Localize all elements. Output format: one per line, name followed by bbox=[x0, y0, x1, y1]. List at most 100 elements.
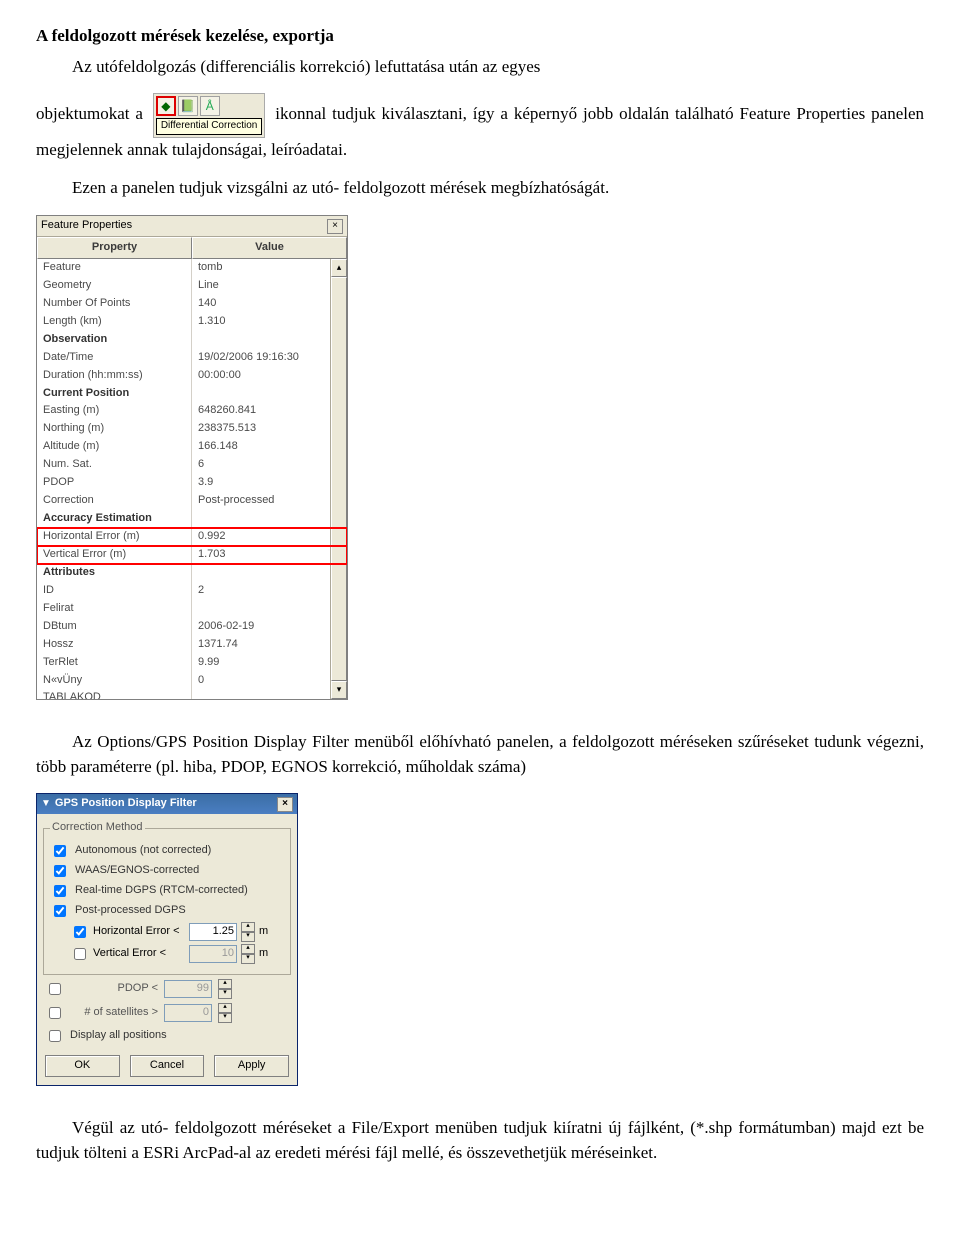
compass-icon[interactable]: Å bbox=[200, 96, 220, 116]
table-row: Featuretomb bbox=[37, 259, 347, 277]
scroll-thumb[interactable] bbox=[331, 277, 347, 681]
table-row: CorrectionPost-processed bbox=[37, 492, 347, 510]
cb-post-input[interactable] bbox=[54, 905, 66, 917]
table-row: Duration (hh:mm:ss)00:00:00 bbox=[37, 367, 347, 385]
property-cell: Observation bbox=[37, 331, 192, 349]
table-row: Accuracy Estimation bbox=[37, 510, 347, 528]
value-cell: 6 bbox=[192, 456, 347, 474]
value-cell: Line bbox=[192, 277, 347, 295]
gps-filter-titlebar: ▼GPS Position Display Filter × bbox=[37, 794, 297, 814]
spin-up-icon[interactable]: ▴ bbox=[241, 922, 255, 932]
value-cell: 166.148 bbox=[192, 438, 347, 456]
property-cell: Attributes bbox=[37, 564, 192, 582]
cb-post[interactable]: Post-processed DGPS bbox=[50, 902, 284, 920]
spin-down-icon: ▾ bbox=[218, 989, 232, 999]
toolbar-icon-cluster: ◆ 📗 Å Differential Correction bbox=[153, 93, 266, 138]
value-cell: 9.99 bbox=[192, 654, 347, 672]
table-row: Length (km)1.310 bbox=[37, 313, 347, 331]
verr-value: 10 bbox=[189, 945, 237, 963]
value-cell: 3.9 bbox=[192, 474, 347, 492]
pdop-row: PDOP < 99 ▴▾ bbox=[45, 979, 289, 999]
cb-autonomous[interactable]: Autonomous (not corrected) bbox=[50, 842, 284, 860]
close-icon[interactable]: × bbox=[327, 219, 343, 234]
table-row: Easting (m)648260.841 bbox=[37, 402, 347, 420]
value-cell: 0 bbox=[192, 672, 347, 690]
diff-correction-icon[interactable]: ◆ bbox=[156, 96, 176, 116]
property-cell: Number Of Points bbox=[37, 295, 192, 313]
cb-post-label: Post-processed DGPS bbox=[75, 903, 186, 919]
paragraph-1a: Az utófeldolgozás (differenciális korrek… bbox=[36, 55, 924, 80]
spin-down-icon: ▾ bbox=[218, 1013, 232, 1023]
property-cell: TABLAKOD bbox=[37, 689, 192, 699]
cb-rtcm-label: Real-time DGPS (RTCM-corrected) bbox=[75, 883, 248, 899]
property-cell: Date/Time bbox=[37, 349, 192, 367]
cb-rtcm-input[interactable] bbox=[54, 885, 66, 897]
scrollbar[interactable]: ▴ ▾ bbox=[330, 259, 347, 699]
table-row: TABLAKOD bbox=[37, 689, 347, 699]
property-cell: PDOP bbox=[37, 474, 192, 492]
book-icon[interactable]: 📗 bbox=[178, 96, 198, 116]
cb-verr[interactable] bbox=[74, 948, 86, 960]
value-cell bbox=[192, 564, 347, 582]
gps-filter-dialog: ▼GPS Position Display Filter × Correctio… bbox=[36, 793, 298, 1086]
cb-waas-input[interactable] bbox=[54, 865, 66, 877]
ok-button[interactable]: OK bbox=[45, 1055, 120, 1077]
paragraph-3: Végül az utó- feldolgozott méréseket a F… bbox=[36, 1116, 924, 1165]
close-icon[interactable]: × bbox=[277, 797, 293, 812]
property-cell: Vertical Error (m) bbox=[37, 546, 192, 564]
satellites-value: 0 bbox=[164, 1004, 212, 1022]
cb-rtcm[interactable]: Real-time DGPS (RTCM-corrected) bbox=[50, 882, 284, 900]
property-cell: Feature bbox=[37, 259, 192, 277]
value-cell: 0.992 bbox=[192, 528, 347, 546]
table-row: Hossz1371.74 bbox=[37, 636, 347, 654]
property-cell: Easting (m) bbox=[37, 402, 192, 420]
scroll-down-icon[interactable]: ▾ bbox=[331, 681, 347, 699]
apply-button[interactable]: Apply bbox=[214, 1055, 289, 1077]
sat-spinner: ▴▾ bbox=[218, 1003, 232, 1023]
value-cell: 140 bbox=[192, 295, 347, 313]
cb-display-all[interactable]: Display all positions bbox=[45, 1027, 289, 1045]
property-cell: Northing (m) bbox=[37, 420, 192, 438]
property-cell: N«vÜny bbox=[37, 672, 192, 690]
scroll-up-icon[interactable]: ▴ bbox=[331, 259, 347, 277]
value-cell bbox=[192, 689, 347, 699]
value-cell bbox=[192, 331, 347, 349]
table-row: PDOP3.9 bbox=[37, 474, 347, 492]
cb-autonomous-label: Autonomous (not corrected) bbox=[75, 843, 211, 859]
cb-pdop[interactable] bbox=[49, 983, 61, 995]
value-cell: 00:00:00 bbox=[192, 367, 347, 385]
property-cell: Length (km) bbox=[37, 313, 192, 331]
value-cell: 19/02/2006 19:16:30 bbox=[192, 349, 347, 367]
property-cell: Hossz bbox=[37, 636, 192, 654]
property-cell: Horizontal Error (m) bbox=[37, 528, 192, 546]
cb-autonomous-input[interactable] bbox=[54, 845, 66, 857]
correction-method-legend: Correction Method bbox=[50, 820, 145, 836]
herr-spinner[interactable]: ▴▾ bbox=[241, 922, 255, 942]
verr-spinner: ▴▾ bbox=[241, 944, 255, 964]
table-row: Number Of Points140 bbox=[37, 295, 347, 313]
spin-down-icon: ▾ bbox=[241, 954, 255, 964]
property-cell: DBtum bbox=[37, 618, 192, 636]
satellites-row: # of satellites > 0 ▴▾ bbox=[45, 1003, 289, 1023]
property-cell: Felirat bbox=[37, 600, 192, 618]
cb-herr[interactable] bbox=[74, 926, 86, 938]
property-cell: Accuracy Estimation bbox=[37, 510, 192, 528]
cancel-button[interactable]: Cancel bbox=[130, 1055, 205, 1077]
table-row: N«vÜny0 bbox=[37, 672, 347, 690]
gps-filter-title: GPS Position Display Filter bbox=[55, 797, 197, 809]
spin-down-icon[interactable]: ▾ bbox=[241, 932, 255, 942]
satellites-label: # of satellites > bbox=[70, 1005, 158, 1021]
table-row: Horizontal Error (m)0.992 bbox=[37, 528, 347, 546]
col-value: Value bbox=[192, 237, 347, 259]
paragraph-1c: Ezen a panelen tudjuk vizsgálni az utó- … bbox=[36, 176, 924, 201]
value-cell: 238375.513 bbox=[192, 420, 347, 438]
verr-unit: m bbox=[259, 946, 268, 962]
cb-waas[interactable]: WAAS/EGNOS-corrected bbox=[50, 862, 284, 880]
cb-satellites[interactable] bbox=[49, 1007, 61, 1019]
feature-properties-title: Feature Properties bbox=[41, 218, 132, 234]
feature-properties-titlebar: Feature Properties × bbox=[37, 216, 347, 237]
cb-display-all-input[interactable] bbox=[49, 1030, 61, 1042]
correction-method-group: Correction Method Autonomous (not correc… bbox=[43, 820, 291, 975]
property-cell: TerRlet bbox=[37, 654, 192, 672]
herr-value[interactable]: 1.25 bbox=[189, 923, 237, 941]
